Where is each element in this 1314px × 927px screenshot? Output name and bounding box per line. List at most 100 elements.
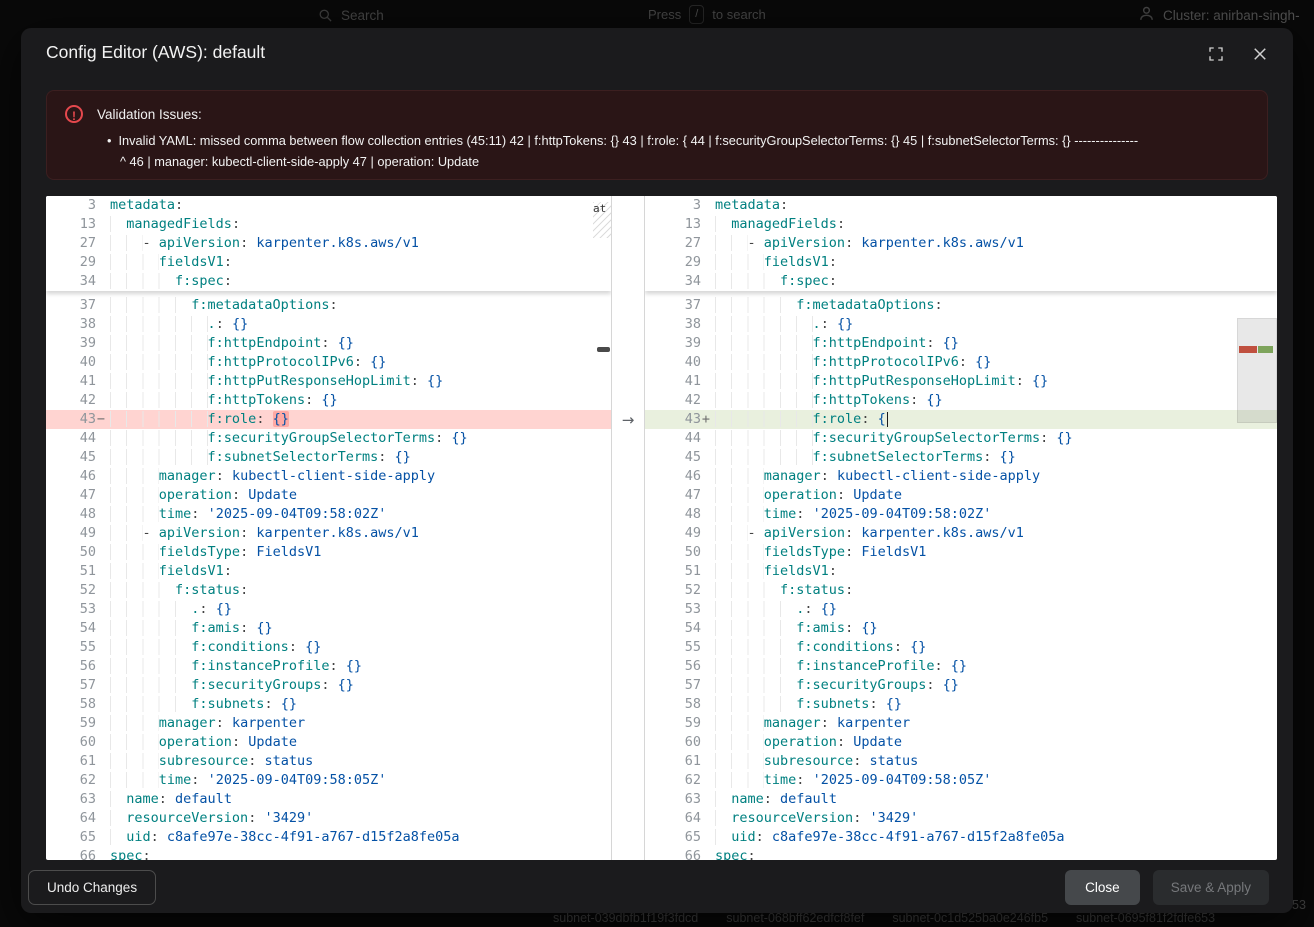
- modified-pane[interactable]: 3metadata:13 managedFields:27 - apiVersi…: [645, 196, 1277, 860]
- code-line[interactable]: 54 f:amis: {}: [645, 619, 1277, 638]
- code-line[interactable]: 51 fieldsV1:: [645, 562, 1277, 581]
- sticky-code-line[interactable]: 34 f:spec:: [46, 272, 611, 291]
- code-line[interactable]: 41 f:httpPutResponseHopLimit: {}: [46, 372, 611, 391]
- code-line[interactable]: 50 fieldsType: FieldsV1: [46, 543, 611, 562]
- code-line[interactable]: 46 manager: kubectl-client-side-apply: [645, 467, 1277, 486]
- code-line[interactable]: 46 manager: kubectl-client-side-apply: [46, 467, 611, 486]
- code-line[interactable]: 56 f:instanceProfile: {}: [645, 657, 1277, 676]
- diff-sign: [96, 543, 106, 562]
- sticky-code-line[interactable]: 27 - apiVersion: karpenter.k8s.aws/v1: [46, 234, 611, 253]
- code-line[interactable]: 65 uid: c8afe97e-38cc-4f91-a767-d15f2a8f…: [46, 828, 611, 847]
- code-line[interactable]: 49 - apiVersion: karpenter.k8s.aws/v1: [645, 524, 1277, 543]
- code-line[interactable]: 57 f:securityGroups: {}: [46, 676, 611, 695]
- sticky-code-line[interactable]: 3metadata:: [645, 196, 1277, 215]
- code-text: f:role: {: [711, 410, 888, 429]
- code-line[interactable]: 45 f:subnetSelectorTerms: {}: [645, 448, 1277, 467]
- code-line[interactable]: 57 f:securityGroups: {}: [645, 676, 1277, 695]
- code-line[interactable]: 42 f:httpTokens: {}: [46, 391, 611, 410]
- code-line[interactable]: 61 subresource: status: [46, 752, 611, 771]
- code-line[interactable]: 63 name: default: [46, 790, 611, 809]
- code-line[interactable]: 44 f:securityGroupSelectorTerms: {}: [645, 429, 1277, 448]
- code-line[interactable]: 51 fieldsV1:: [46, 562, 611, 581]
- yaml-diff-editor[interactable]: 3metadata:13 managedFields:27 - apiVersi…: [46, 196, 1277, 860]
- diff-sign: [96, 353, 106, 372]
- code-line[interactable]: 52 f:status:: [645, 581, 1277, 600]
- sticky-code-line[interactable]: 34 f:spec:: [645, 272, 1277, 291]
- code-line[interactable]: 52 f:status:: [46, 581, 611, 600]
- code-line[interactable]: 40 f:httpProtocolIPv6: {}: [46, 353, 611, 372]
- screen: Search Press / to search Cluster: anirba…: [0, 0, 1314, 927]
- code-line[interactable]: 62 time: '2025-09-04T09:58:05Z': [46, 771, 611, 790]
- code-line[interactable]: 58 f:subnets: {}: [46, 695, 611, 714]
- line-number: 65: [46, 828, 96, 847]
- fullscreen-button[interactable]: [1203, 42, 1229, 68]
- code-line[interactable]: 37 f:metadataOptions:: [645, 296, 1277, 315]
- code-line[interactable]: 47 operation: Update: [46, 486, 611, 505]
- code-line[interactable]: 39 f:httpEndpoint: {}: [46, 334, 611, 353]
- code-line[interactable]: 53 .: {}: [46, 600, 611, 619]
- code-line[interactable]: 66spec:: [46, 847, 611, 860]
- code-line[interactable]: 37 f:metadataOptions:: [46, 296, 611, 315]
- revert-change-arrow[interactable]: →: [612, 410, 644, 429]
- diff-sign: [96, 771, 106, 790]
- save-apply-button[interactable]: Save & Apply: [1153, 870, 1269, 905]
- code-line[interactable]: 53 .: {}: [645, 600, 1277, 619]
- diff-sign: [96, 752, 106, 771]
- code-line[interactable]: 48 time: '2025-09-04T09:58:02Z': [46, 505, 611, 524]
- sticky-code-line[interactable]: 29 fieldsV1:: [46, 253, 611, 272]
- diff-sign: [701, 505, 711, 524]
- code-line[interactable]: 64 resourceVersion: '3429': [645, 809, 1277, 828]
- code-text: name: default: [711, 790, 837, 809]
- code-line[interactable]: 62 time: '2025-09-04T09:58:05Z': [645, 771, 1277, 790]
- code-line[interactable]: 43− f:role: {}: [46, 410, 611, 429]
- code-line[interactable]: 60 operation: Update: [46, 733, 611, 752]
- sticky-code-line[interactable]: 13 managedFields:: [46, 215, 611, 234]
- code-line[interactable]: 40 f:httpProtocolIPv6: {}: [645, 353, 1277, 372]
- sticky-code-line[interactable]: 3metadata:: [46, 196, 611, 215]
- line-number: 59: [645, 714, 701, 733]
- code-line[interactable]: 54 f:amis: {}: [46, 619, 611, 638]
- undo-changes-button[interactable]: Undo Changes: [28, 870, 156, 905]
- code-line[interactable]: 59 manager: karpenter: [645, 714, 1277, 733]
- code-line[interactable]: 39 f:httpEndpoint: {}: [645, 334, 1277, 353]
- code-line[interactable]: 56 f:instanceProfile: {}: [46, 657, 611, 676]
- close-button[interactable]: Close: [1065, 870, 1140, 905]
- code-line[interactable]: 43+ f:role: {: [645, 410, 1277, 429]
- code-line[interactable]: 64 resourceVersion: '3429': [46, 809, 611, 828]
- diff-sign: [701, 847, 711, 860]
- code-line[interactable]: 55 f:conditions: {}: [46, 638, 611, 657]
- code-line[interactable]: 42 f:httpTokens: {}: [645, 391, 1277, 410]
- scrollbar-thumb[interactable]: [1237, 318, 1277, 423]
- editor-scrollbar[interactable]: [1237, 196, 1277, 860]
- diff-sign: [96, 619, 106, 638]
- line-number: 60: [645, 733, 701, 752]
- left-scrollbar-thumb[interactable]: [597, 347, 610, 352]
- code-line[interactable]: 59 manager: karpenter: [46, 714, 611, 733]
- sticky-code-line[interactable]: 13 managedFields:: [645, 215, 1277, 234]
- right-code: 37 f:metadataOptions:38 .: {}39 f:httpEn…: [645, 291, 1277, 860]
- code-line[interactable]: 45 f:subnetSelectorTerms: {}: [46, 448, 611, 467]
- code-line[interactable]: 61 subresource: status: [645, 752, 1277, 771]
- code-line[interactable]: 55 f:conditions: {}: [645, 638, 1277, 657]
- code-line[interactable]: 66spec:: [645, 847, 1277, 860]
- code-line[interactable]: 48 time: '2025-09-04T09:58:02Z': [645, 505, 1277, 524]
- code-line[interactable]: 58 f:subnets: {}: [645, 695, 1277, 714]
- code-line[interactable]: 60 operation: Update: [645, 733, 1277, 752]
- code-line[interactable]: 38 .: {}: [645, 315, 1277, 334]
- line-number: 54: [645, 619, 701, 638]
- sticky-code-line[interactable]: 27 - apiVersion: karpenter.k8s.aws/v1: [645, 234, 1277, 253]
- code-line[interactable]: 50 fieldsType: FieldsV1: [645, 543, 1277, 562]
- diff-sign: [96, 215, 106, 234]
- code-line[interactable]: 49 - apiVersion: karpenter.k8s.aws/v1: [46, 524, 611, 543]
- sticky-code-line[interactable]: 29 fieldsV1:: [645, 253, 1277, 272]
- code-text: managedFields:: [711, 215, 845, 234]
- code-line[interactable]: 38 .: {}: [46, 315, 611, 334]
- code-line[interactable]: 65 uid: c8afe97e-38cc-4f91-a767-d15f2a8f…: [645, 828, 1277, 847]
- code-line[interactable]: 41 f:httpPutResponseHopLimit: {}: [645, 372, 1277, 391]
- code-line[interactable]: 44 f:securityGroupSelectorTerms: {}: [46, 429, 611, 448]
- close-icon: [1251, 45, 1269, 66]
- code-line[interactable]: 63 name: default: [645, 790, 1277, 809]
- original-pane[interactable]: 3metadata:13 managedFields:27 - apiVersi…: [46, 196, 611, 860]
- code-line[interactable]: 47 operation: Update: [645, 486, 1277, 505]
- close-dialog-button[interactable]: [1247, 42, 1273, 68]
